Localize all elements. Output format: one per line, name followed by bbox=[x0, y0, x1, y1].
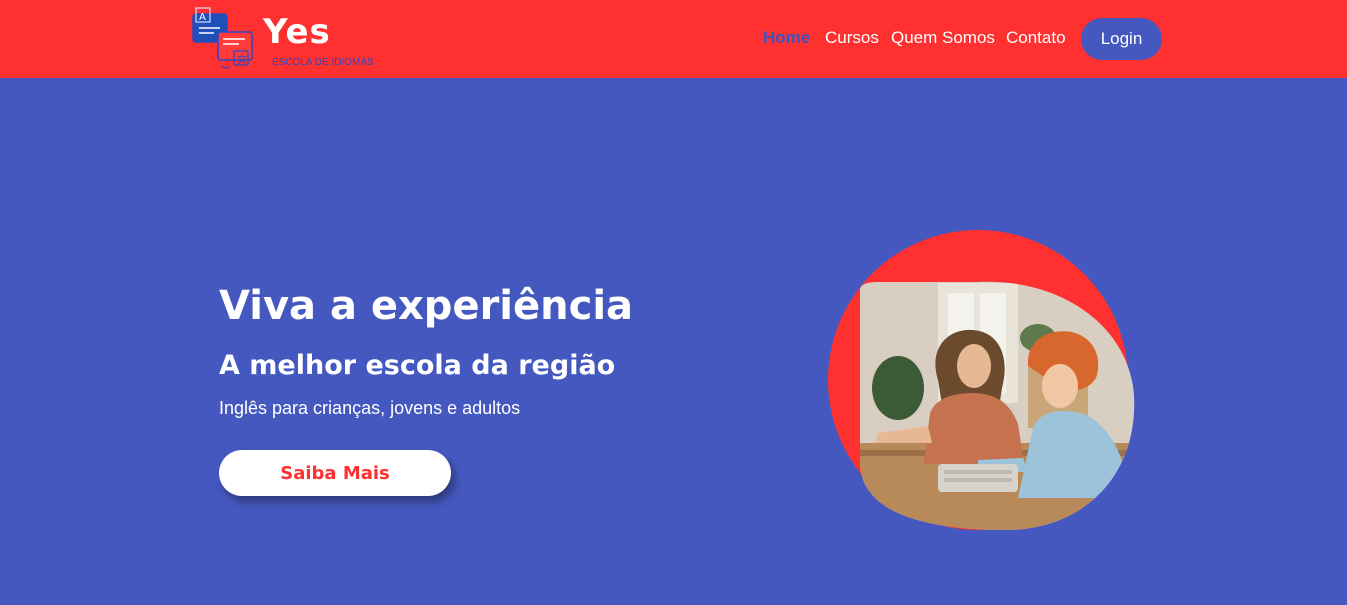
nav-item-quem-somos[interactable]: Quem Somos bbox=[891, 28, 995, 48]
hero-description: Inglês para crianças, jovens e adultos bbox=[219, 398, 521, 418]
nav-item-contato[interactable]: Contato bbox=[1006, 28, 1066, 48]
saiba-mais-button[interactable]: Saiba Mais bbox=[219, 450, 451, 496]
brand-logo[interactable]: A 文 Yes ESCOLA DE IDIOMAS bbox=[190, 6, 390, 72]
hero-title: Viva a experiência bbox=[219, 283, 634, 329]
nav-item-cursos[interactable]: Cursos bbox=[825, 28, 879, 48]
top-navbar: A 文 Yes ESCOLA DE IDIOMAS Home Cursos Qu… bbox=[0, 0, 1347, 78]
svg-text:文: 文 bbox=[237, 53, 247, 66]
brand-tagline: ESCOLA DE IDIOMAS bbox=[272, 57, 374, 68]
svg-text:A: A bbox=[199, 12, 206, 23]
hero-image-area bbox=[828, 228, 1138, 534]
translation-cards-icon: A 文 bbox=[192, 7, 253, 69]
login-button[interactable]: Login bbox=[1081, 18, 1162, 60]
nav-item-home[interactable]: Home bbox=[763, 28, 810, 48]
teacher-and-student-at-computer-photo bbox=[828, 230, 1135, 531]
hero-subtitle: A melhor escola da região bbox=[219, 350, 616, 381]
brand-name: Yes bbox=[263, 12, 331, 52]
